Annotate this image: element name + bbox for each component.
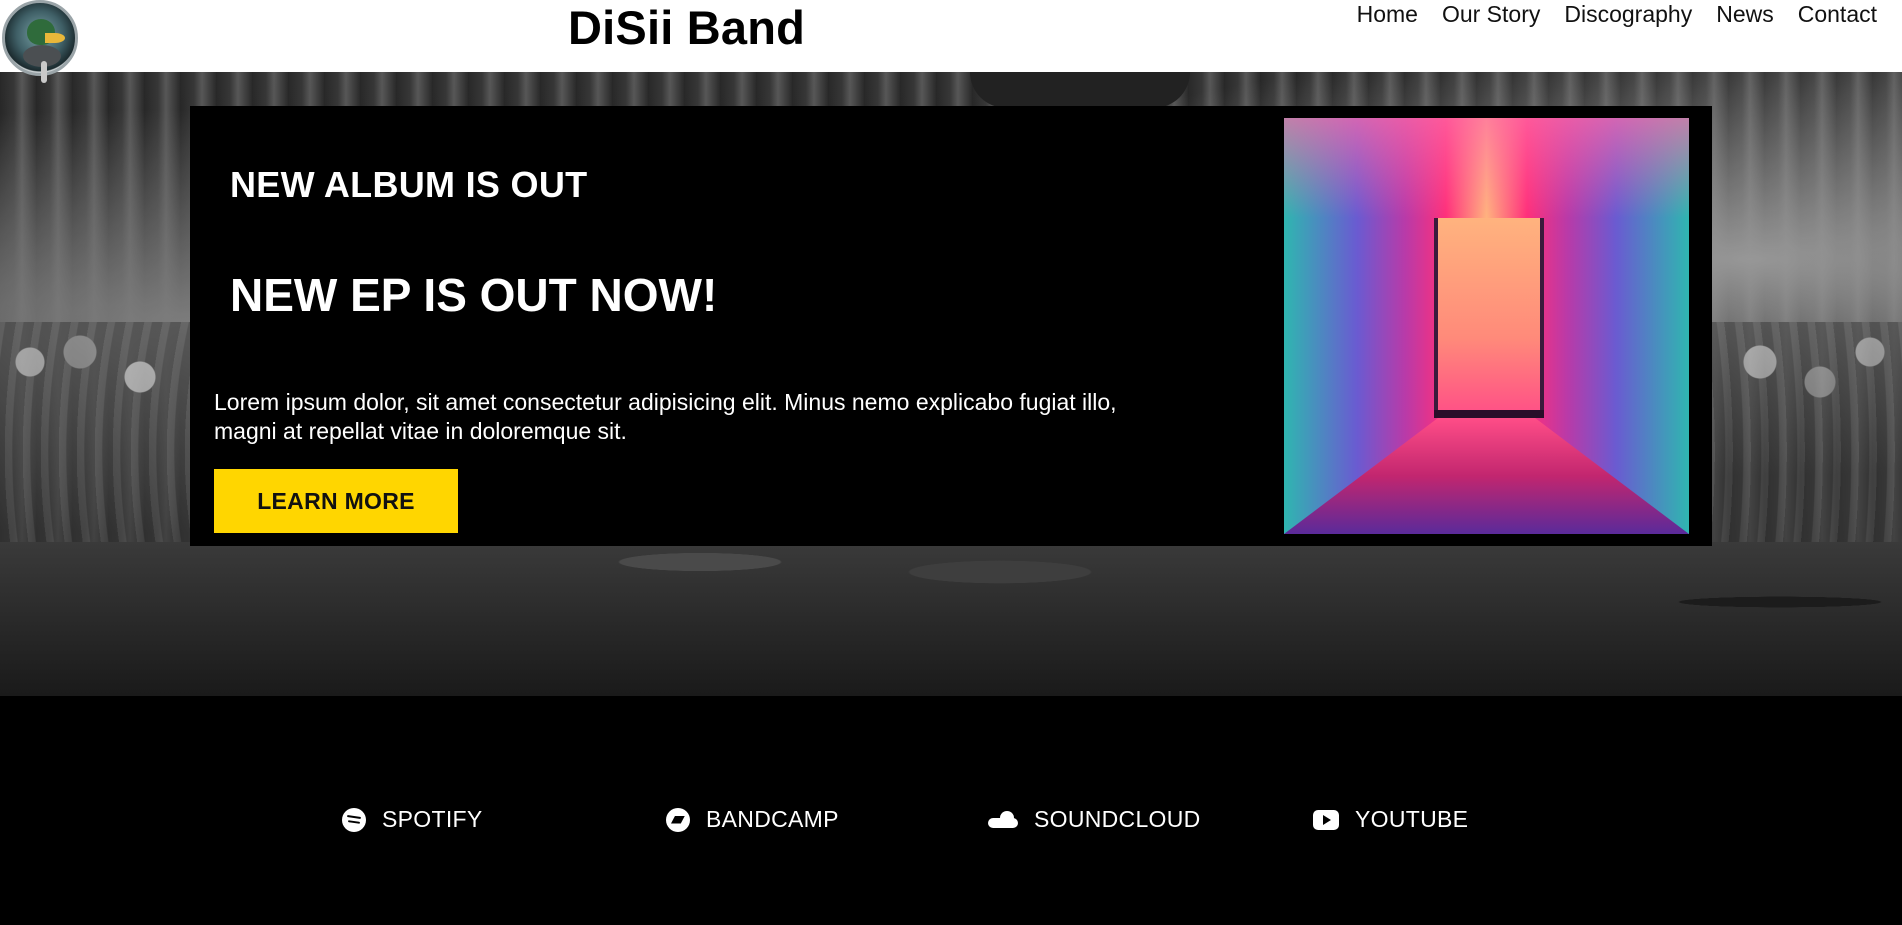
- bandcamp-icon: [666, 807, 690, 832]
- corridor-floor: [1284, 418, 1689, 534]
- nav-home[interactable]: Home: [1357, 0, 1418, 28]
- youtube-link[interactable]: YOUTUBE: [1313, 806, 1468, 833]
- hero-background-hat: [970, 72, 1190, 108]
- site-title: DiSii Band: [568, 1, 806, 54]
- spotify-link[interactable]: SPOTIFY: [342, 806, 483, 833]
- nav-contact[interactable]: Contact: [1798, 0, 1877, 28]
- bandcamp-label: BANDCAMP: [706, 806, 839, 832]
- youtube-icon: [1313, 809, 1339, 830]
- soundcloud-label: SOUNDCLOUD: [1034, 806, 1201, 832]
- nav-discography[interactable]: Discography: [1564, 0, 1692, 28]
- main-nav: Home Our Story Discography News Contact: [1357, 0, 1877, 28]
- youtube-label: YOUTUBE: [1355, 806, 1469, 832]
- corridor-ceiling: [1284, 118, 1689, 218]
- spotify-label: SPOTIFY: [382, 806, 483, 832]
- corridor-door-frame: [1434, 410, 1544, 418]
- nav-news[interactable]: News: [1716, 0, 1774, 28]
- soundcloud-link[interactable]: SOUNDCLOUD: [988, 806, 1201, 833]
- learn-more-button[interactable]: LEARN MORE: [214, 469, 458, 533]
- spotify-icon: [342, 807, 366, 832]
- featured-release-card: NEW ALBUM IS OUT NEW EP IS OUT NOW! Lore…: [190, 106, 1712, 546]
- release-description: Lorem ipsum dolor, sit amet consectetur …: [214, 389, 1117, 444]
- bandcamp-link[interactable]: BANDCAMP: [666, 806, 839, 833]
- band-logo[interactable]: [2, 0, 78, 83]
- release-title: NEW EP IS OUT NOW!: [230, 269, 718, 321]
- hero-background-stage: [0, 542, 1902, 696]
- duck-beak-icon: [45, 33, 65, 43]
- album-cover-image: [1284, 118, 1689, 534]
- site-header: DiSii Band Home Our Story Discography Ne…: [0, 0, 1902, 83]
- social-footer: SPOTIFY BANDCAMP SOUNDCLOUD YOUTUBE: [0, 696, 1902, 925]
- nav-our-story[interactable]: Our Story: [1442, 0, 1540, 28]
- soundcloud-icon: [988, 808, 1018, 832]
- release-kicker: NEW ALBUM IS OUT: [230, 164, 588, 205]
- microphone-icon: [41, 61, 47, 83]
- corridor-door: [1434, 218, 1544, 418]
